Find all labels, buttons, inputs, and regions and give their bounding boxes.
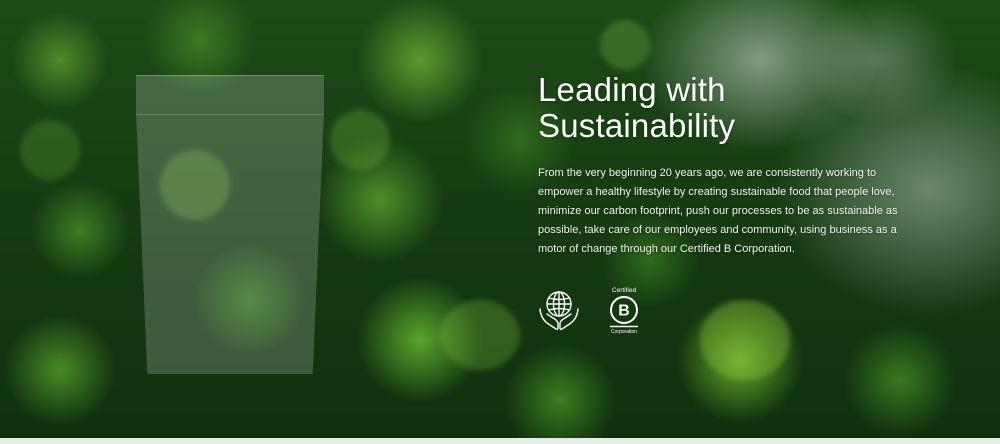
product-pouch-image [136, 75, 324, 374]
hero-title: Leading with Sustainability [538, 72, 918, 144]
globe-in-hands-icon [538, 287, 580, 333]
bottom-edge-strip [0, 438, 1000, 444]
sustainability-hero: Leading with Sustainability From the ver… [0, 0, 1000, 444]
bcorp-corporation-label: Corporation [610, 329, 638, 335]
b-corp-certification-badge: Certified B Corporation [604, 287, 644, 336]
tree-canopy-decoration [440, 300, 520, 370]
tree-canopy-decoration [20, 120, 80, 180]
bcorp-certified-label: Certified [611, 287, 637, 294]
product-pouch-seal [136, 114, 324, 115]
bcorp-divider-line [610, 325, 638, 328]
hero-content: Leading with Sustainability From the ver… [538, 72, 918, 336]
bcorp-circle-icon: B [610, 296, 638, 324]
tree-canopy-decoration [600, 20, 650, 70]
certification-badges: Certified B Corporation [538, 287, 918, 336]
hero-description: From the very beginning 20 years ago, we… [538, 167, 898, 255]
bcorp-letter: B [618, 303, 630, 320]
hero-title-line1: Leading with [538, 71, 726, 108]
tree-canopy-decoration [330, 110, 390, 170]
hero-title-line2: Sustainability [538, 107, 736, 144]
